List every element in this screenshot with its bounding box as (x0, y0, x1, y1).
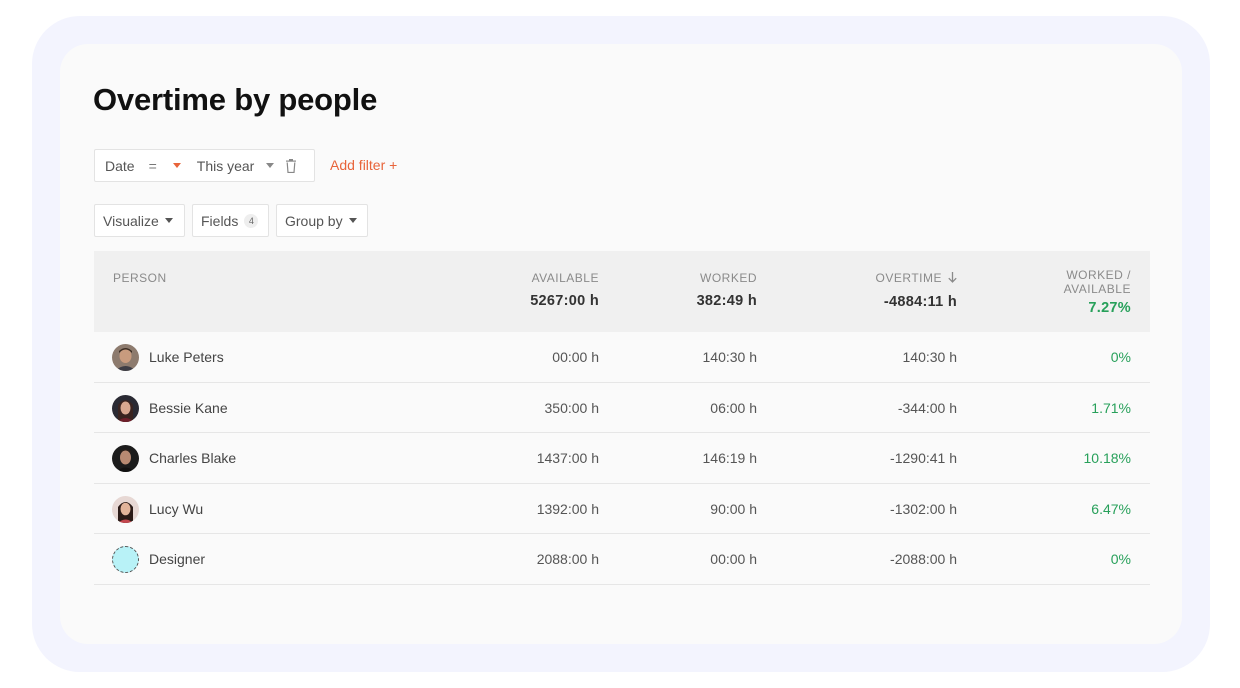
fields-button[interactable]: Fields 4 (192, 204, 269, 237)
cell-available: 1392:00 h (536, 500, 599, 517)
overtime-table: PERSON AVAILABLE 5267:00 h WORKED 382:49… (94, 251, 1150, 585)
fields-label: Fields (201, 212, 239, 229)
cell-ratio: 6.47% (1091, 500, 1131, 517)
total-worked: 382:49 h (696, 293, 757, 309)
filter-field[interactable]: Date (105, 158, 135, 174)
fields-count-badge: 4 (244, 213, 259, 228)
table-row[interactable]: Charles Blake 1437:00 h 146:19 h -1290:4… (94, 433, 1150, 484)
filter-operator[interactable]: = (149, 158, 157, 174)
cell-available: 350:00 h (544, 399, 600, 416)
cell-ratio: 0% (1110, 349, 1131, 365)
trash-icon[interactable] (285, 158, 297, 173)
cell-worked: 00:00 h (710, 551, 757, 567)
page-title: Overtime by people (93, 82, 378, 117)
total-ratio: 7.27% (1088, 300, 1131, 316)
cell-overtime: 140:30 h (902, 349, 958, 365)
visualize-button[interactable]: Visualize (94, 204, 185, 237)
cell-overtime: -2088:00 h (890, 551, 957, 567)
avatar (112, 394, 139, 422)
cell-worked: 140:30 h (702, 349, 758, 365)
table-header: PERSON AVAILABLE 5267:00 h WORKED 382:49… (94, 251, 1150, 332)
table-row[interactable]: Designer 2088:00 h 00:00 h -2088:00 h 0% (94, 534, 1150, 585)
cell-ratio: 1.71% (1091, 399, 1131, 416)
cell-available: 1437:00 h (536, 450, 599, 466)
cell-overtime: -1290:41 h (890, 450, 957, 466)
table-row[interactable]: Bessie Kane 350:00 h 06:00 h -344:00 h 1… (94, 382, 1150, 433)
visualize-label: Visualize (103, 212, 159, 229)
date-filter: Date = This year (94, 149, 315, 182)
column-header-available[interactable]: AVAILABLE 5267:00 h (530, 271, 599, 309)
person-name: Bessie Kane (149, 399, 228, 416)
person-name: Lucy Wu (149, 500, 204, 517)
table-row[interactable]: Lucy Wu 1392:00 h 90:00 h -1302:00 h 6.4… (94, 483, 1150, 534)
avatar (112, 495, 139, 523)
table-row[interactable]: Luke Peters 00:00 h 140:30 h 140:30 h 0% (94, 332, 1150, 383)
arrow-down-icon (948, 272, 957, 286)
group-by-button[interactable]: Group by (276, 204, 368, 237)
column-header-ratio[interactable]: WORKED / AVAILABLE 7.27% (1064, 268, 1131, 316)
person-name: Charles Blake (149, 450, 237, 466)
cell-overtime: -344:00 h (897, 399, 957, 416)
filter-value[interactable]: This year (197, 158, 255, 174)
cell-available: 00:00 h (552, 349, 599, 365)
cell-worked: 146:19 h (702, 450, 758, 466)
column-header-worked[interactable]: WORKED 382:49 h (697, 271, 757, 309)
caret-down-icon (164, 218, 173, 223)
cell-worked: 06:00 h (710, 399, 757, 416)
cell-ratio: 10.18% (1083, 450, 1131, 466)
add-filter-button[interactable]: Add filter + (330, 157, 397, 173)
column-header-overtime[interactable]: OVERTIME -4884:11 h (876, 271, 957, 310)
caret-down-icon[interactable] (266, 163, 275, 168)
cell-worked: 90:00 h (710, 500, 757, 517)
caret-down-icon[interactable] (172, 163, 181, 168)
placeholder-avatar (112, 546, 139, 573)
person-name: Luke Peters (149, 349, 224, 365)
column-header-person[interactable]: PERSON (113, 271, 167, 285)
total-overtime: -4884:11 h (883, 294, 957, 310)
cell-overtime: -1302:00 h (890, 500, 957, 517)
caret-down-icon (348, 218, 357, 223)
total-available: 5267:00 h (530, 293, 599, 309)
person-name: Designer (149, 551, 206, 567)
group-by-label: Group by (285, 212, 343, 229)
avatar (112, 344, 139, 371)
cell-ratio: 0% (1110, 551, 1131, 567)
avatar (112, 445, 139, 472)
cell-available: 2088:00 h (536, 551, 599, 567)
